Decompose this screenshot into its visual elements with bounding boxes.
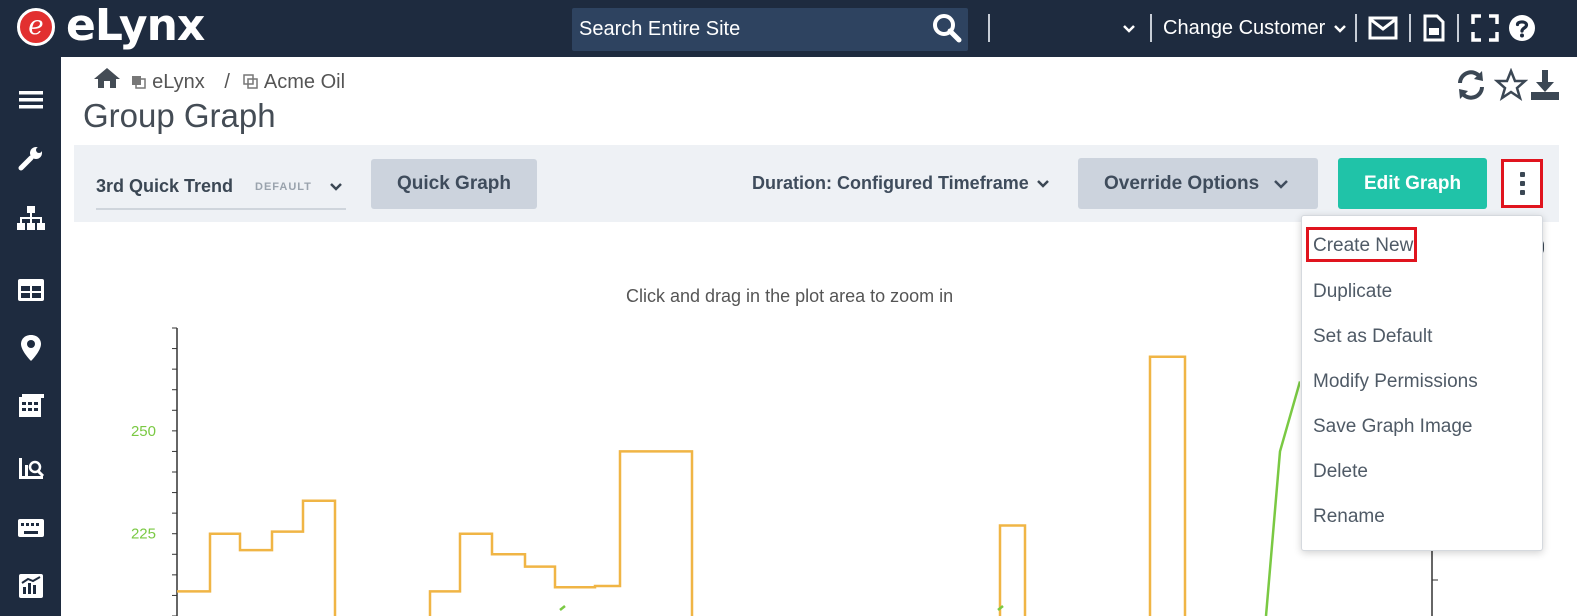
breadcrumb-item-acme-oil[interactable]: Acme Oil bbox=[264, 71, 345, 93]
page-title: Group Graph bbox=[83, 97, 276, 134]
edit-graph-button[interactable]: Edit Graph bbox=[1338, 158, 1487, 209]
chevron-down-icon bbox=[330, 183, 342, 191]
top-divider bbox=[1457, 14, 1459, 42]
series-green-fragment bbox=[559, 605, 566, 611]
site-search bbox=[572, 8, 968, 51]
home-icon[interactable] bbox=[92, 66, 122, 90]
mail-icon[interactable] bbox=[1368, 14, 1398, 42]
help-icon[interactable] bbox=[1508, 14, 1536, 42]
download-icon[interactable] bbox=[1528, 68, 1562, 102]
chevron-down-icon bbox=[1036, 180, 1049, 189]
user-menu-chevron-icon[interactable] bbox=[1122, 22, 1136, 36]
document-icon[interactable] bbox=[1422, 14, 1446, 42]
top-divider bbox=[1355, 14, 1357, 42]
top-divider bbox=[1150, 14, 1152, 42]
keyboard-icon[interactable] bbox=[16, 513, 46, 543]
elynx-logo-mark[interactable]: e bbox=[17, 8, 55, 46]
top-divider bbox=[1409, 14, 1411, 42]
table-icon[interactable] bbox=[16, 275, 46, 305]
override-options-label: Override Options bbox=[1104, 172, 1260, 194]
series-green-line bbox=[1264, 381, 1300, 616]
duration-value: Configured Timeframe bbox=[837, 173, 1029, 193]
menu-item-save-graph-image[interactable]: Save Graph Image bbox=[1313, 416, 1472, 438]
calendar-icon[interactable] bbox=[16, 391, 46, 421]
quick-graph-button[interactable]: Quick Graph bbox=[371, 159, 537, 209]
change-customer-label: Change Customer bbox=[1163, 17, 1326, 39]
chevron-down-icon bbox=[1333, 24, 1346, 33]
customer-icon bbox=[243, 74, 259, 89]
chart-series bbox=[177, 355, 1300, 616]
change-customer-menu[interactable]: Change Customer bbox=[1163, 17, 1347, 40]
menu-item-create-new[interactable]: Create New bbox=[1313, 235, 1413, 257]
wrench-icon[interactable] bbox=[16, 143, 46, 173]
report-chart-icon[interactable] bbox=[16, 571, 46, 601]
search-icon[interactable] bbox=[932, 13, 962, 43]
refresh-icon[interactable] bbox=[1454, 68, 1488, 102]
y-tick-label: 225 bbox=[131, 526, 156, 543]
trend-name: 3rd Quick Trend bbox=[96, 176, 234, 196]
site-icon bbox=[131, 76, 146, 89]
left-sidebar bbox=[0, 57, 61, 616]
map-marker-icon[interactable] bbox=[16, 333, 46, 363]
breadcrumb-separator: / bbox=[224, 71, 230, 93]
top-navigation-bar: e eLynx Change Customer bbox=[0, 0, 1577, 57]
fullscreen-icon[interactable] bbox=[1471, 14, 1499, 42]
hierarchy-icon[interactable] bbox=[16, 203, 46, 233]
more-options-button[interactable] bbox=[1501, 159, 1543, 208]
series-orange-line bbox=[177, 355, 1187, 616]
duration-selector[interactable]: Duration: Configured Timeframe bbox=[752, 173, 1050, 194]
menu-item-delete[interactable]: Delete bbox=[1313, 461, 1368, 483]
chevron-down-icon bbox=[1274, 180, 1288, 189]
menu-item-modify-permissions[interactable]: Modify Permissions bbox=[1313, 371, 1478, 393]
menu-item-set-as-default[interactable]: Set as Default bbox=[1313, 326, 1432, 348]
kebab-dot bbox=[1520, 172, 1525, 177]
kebab-dot bbox=[1520, 190, 1525, 195]
default-badge: DEFAULT bbox=[255, 181, 312, 193]
search-input[interactable] bbox=[572, 8, 922, 51]
chart-search-icon[interactable] bbox=[16, 453, 46, 483]
hamburger-menu-icon[interactable] bbox=[16, 85, 46, 115]
group-graph-chart[interactable]: 250 225 bbox=[100, 320, 1300, 616]
breadcrumb: eLynx / Acme Oil bbox=[92, 66, 345, 94]
y-tick-label: 250 bbox=[131, 423, 156, 440]
elynx-logo-text[interactable]: eLynx bbox=[66, 0, 205, 52]
graph-options-menu: Create New Duplicate Set as Default Modi… bbox=[1301, 215, 1543, 551]
star-icon[interactable] bbox=[1494, 68, 1528, 102]
y-axis-tick-labels: 250 225 bbox=[131, 423, 156, 543]
menu-item-rename[interactable]: Rename bbox=[1313, 506, 1385, 528]
menu-item-duplicate[interactable]: Duplicate bbox=[1313, 281, 1392, 303]
zoom-hint: Click and drag in the plot area to zoom … bbox=[626, 286, 954, 306]
breadcrumb-item-elynx[interactable]: eLynx bbox=[152, 71, 205, 93]
top-divider bbox=[988, 14, 990, 42]
kebab-dot bbox=[1520, 181, 1525, 186]
duration-label: Duration: bbox=[752, 173, 832, 193]
trend-selector[interactable]: 3rd Quick Trend DEFAULT bbox=[96, 170, 346, 210]
override-options-button[interactable]: Override Options bbox=[1078, 158, 1318, 209]
